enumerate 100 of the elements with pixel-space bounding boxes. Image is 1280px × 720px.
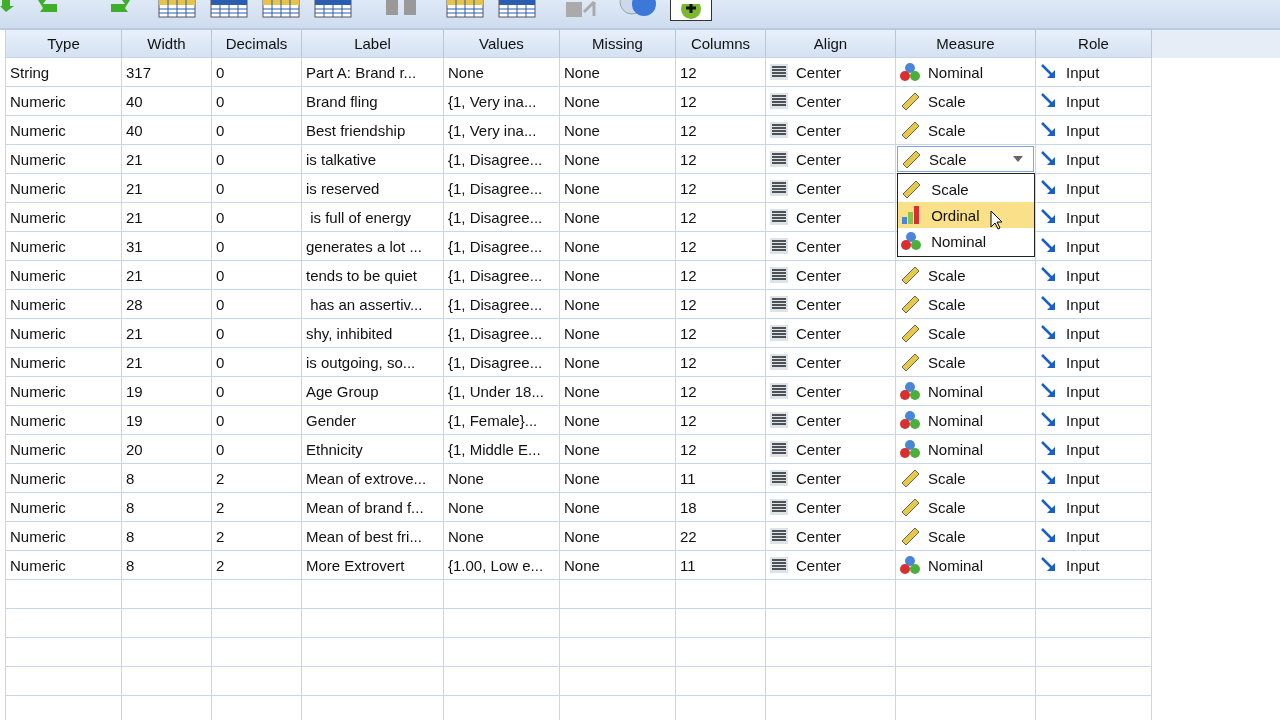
column-header[interactable]: Label [302,30,444,58]
table-icon[interactable] [314,0,352,18]
table-cell: 19 [126,382,143,400]
table-cell: None [564,121,600,139]
table-cell: None [564,179,600,197]
arrow-icon [1040,237,1058,255]
table-cell: Numeric [10,382,66,400]
circles-icon [900,411,920,429]
align-icon [770,93,788,109]
arrow-icon [1040,92,1058,110]
table-cell: 8 [126,469,135,487]
table-cell: generates a lot ... [306,237,422,255]
table-icon[interactable] [158,0,196,18]
ruler-icon [900,498,920,516]
table-cell: 12 [680,382,697,400]
table-cell: 12 [680,440,697,458]
table-icon[interactable] [210,0,248,18]
bar-chart-icon [901,206,921,224]
table-cell: Brand fling [306,92,378,110]
table-cell: None [564,527,600,545]
table-cell: Center [796,527,842,545]
table-cell: 12 [680,208,697,226]
table-cell: None [448,498,484,516]
table-cell: Mean of extrove... [306,469,427,487]
align-icon [770,470,788,486]
column-header[interactable]: Values [444,30,560,58]
arrow-icon [1040,527,1058,545]
ruler-icon [901,150,921,168]
table-cell: 21 [126,179,143,197]
table-cell: {1, Disagree... [448,266,543,284]
arrow-icon [1040,469,1058,487]
column-header[interactable]: Columns [676,30,766,58]
table-cell: None [564,556,600,574]
dropdown-option[interactable]: Scale [898,176,1034,202]
table-cell: Center [796,266,842,284]
arrow-icon [1040,121,1058,139]
table-cell: None [564,295,600,313]
table-cell: {1, Disagree... [448,353,543,371]
column-header[interactable]: Align [766,30,896,58]
align-icon [770,180,788,196]
table-cell: Numeric [10,150,66,168]
table-cell: {1, Middle E... [448,440,541,458]
table-cell: 12 [680,295,697,313]
column-header[interactable]: Type [6,30,122,58]
circles-icon [901,232,921,250]
table-cell: Scale [928,527,966,545]
table-cell: Gender [306,411,357,429]
table-cell: None [564,324,600,342]
align-icon [770,122,788,138]
table-cell: 8 [126,527,135,545]
column-header[interactable]: Decimals [212,30,302,58]
table-cell: Part A: Brand r... [306,63,417,81]
table-cell: Numeric [10,237,66,255]
table-cell: {1, Under 18... [448,382,544,400]
table-cell: Numeric [10,411,66,429]
arrow-icon [1040,179,1058,197]
table-cell: 0 [216,208,225,226]
add-button[interactable] [670,0,712,21]
arrow-icon [1040,556,1058,574]
table-cell: Input [1066,440,1100,458]
caret-icon [1013,156,1023,162]
table-cell: {1, Female}... [448,411,538,429]
table-icon[interactable] [446,0,484,18]
table-cell: is reserved [306,179,380,197]
table-cell: Input [1066,121,1100,139]
table-icon[interactable] [262,0,300,18]
columns-icon[interactable] [384,0,418,16]
ruler-icon [900,469,920,487]
table-cell: 0 [216,266,225,284]
table-cell: Numeric [10,498,66,516]
ruler-icon [900,121,920,139]
table-icon[interactable] [498,0,536,18]
align-icon [770,383,788,399]
arrow-icon[interactable] [0,0,14,12]
table-cell: 12 [680,63,697,81]
column-header[interactable]: Width [122,30,212,58]
table-cell: None [564,266,600,284]
table-cell: Input [1066,150,1100,168]
table-cell: Input [1066,382,1100,400]
measure-dropdown[interactable]: Scale [897,146,1034,172]
table-cell: {1, Disagree... [448,208,543,226]
table-cell: Input [1066,353,1100,371]
ruler-icon [900,92,920,110]
table-cell-text: is full of energy [309,208,412,226]
column-header[interactable]: Missing [560,30,676,58]
table-cell: Input [1066,208,1100,226]
align-icon [770,412,788,428]
column-header[interactable]: Measure [896,30,1036,58]
dropdown-option[interactable]: Nominal [898,228,1034,254]
arrow-icon [1040,150,1058,168]
table-cell: 0 [216,324,225,342]
table-cell: Best friendship [306,121,406,139]
table-cell: Numeric [10,266,66,284]
table-cell-text: has an assertiv... [309,295,423,313]
dropdown-option[interactable]: Ordinal [898,202,1034,228]
table-cell: 40 [126,121,143,139]
arrow-icon[interactable] [38,0,60,12]
table-cell: 20 [126,440,143,458]
table-cell: None [448,63,484,81]
arrow-icon[interactable] [108,0,130,12]
